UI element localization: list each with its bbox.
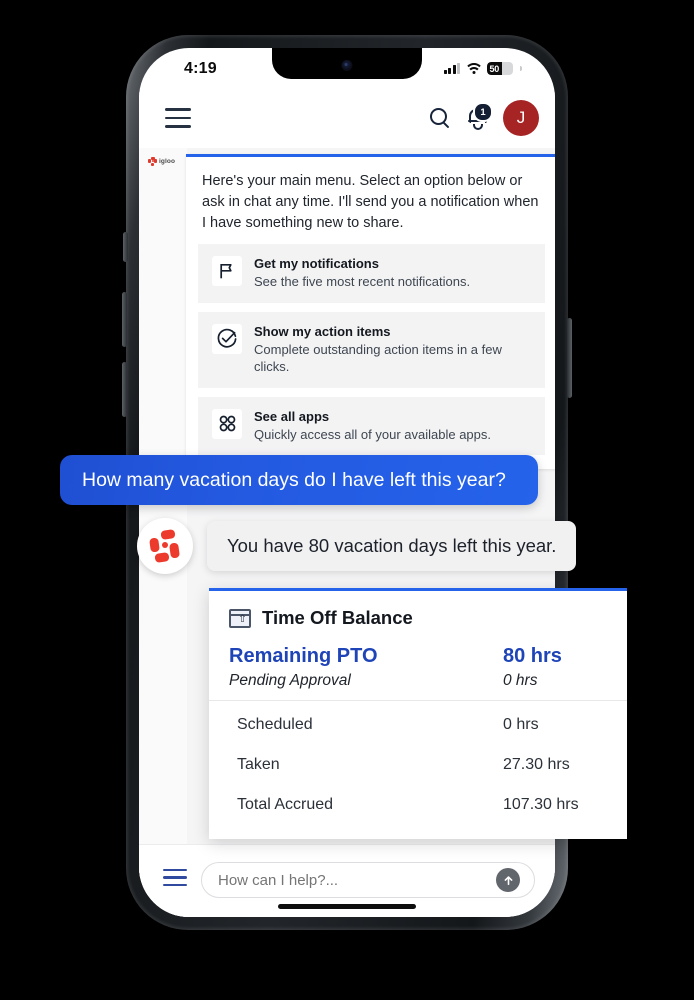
battery-icon: 50 xyxy=(487,62,513,75)
flag-icon xyxy=(212,256,242,287)
wifi-icon xyxy=(464,63,483,74)
row-value: 0 hrs xyxy=(503,716,539,733)
menu-item-title: See all apps xyxy=(254,408,330,424)
pending-approval-value: 0 hrs xyxy=(503,672,538,689)
igloo-logo-icon: igloo xyxy=(148,157,175,166)
remaining-pto-label: Remaining PTO xyxy=(229,645,378,667)
row-label: Taken xyxy=(237,756,280,773)
time-off-primary-section: Remaining PTO 80 hrs Pending Approval 0 … xyxy=(209,635,627,701)
phone-volume-down-button[interactable] xyxy=(122,362,127,417)
phone-silence-switch[interactable] xyxy=(123,232,128,262)
front-camera-icon xyxy=(341,60,353,71)
table-row: Scheduled 0 hrs xyxy=(229,705,607,745)
home-indicator xyxy=(278,904,416,909)
chat-input[interactable] xyxy=(216,870,496,890)
send-button[interactable] xyxy=(496,868,520,892)
row-value: 107.30 hrs xyxy=(503,796,579,813)
remaining-pto-value: 80 hrs xyxy=(503,645,562,667)
row-label: Total Accrued xyxy=(237,796,334,813)
battery-percent: 50 xyxy=(489,63,500,74)
bot-message-row: You have 80 vacation days left this year… xyxy=(137,518,577,574)
table-row: Taken 27.30 hrs xyxy=(229,745,607,785)
menu-item-get-my-notifications[interactable]: Get my notifications See the five most r… xyxy=(198,244,545,303)
phone-notch xyxy=(272,48,422,79)
app-header: 1 J xyxy=(139,92,555,148)
check-circle-icon xyxy=(212,323,242,354)
search-icon[interactable] xyxy=(429,107,451,129)
phone-volume-up-button[interactable] xyxy=(122,292,127,347)
phone-power-button[interactable] xyxy=(567,318,572,398)
time-off-balance-card: ⇧ Time Off Balance Remaining PTO 80 hrs … xyxy=(209,588,627,839)
battery-tip xyxy=(520,66,522,71)
menu-item-title: Show my action items xyxy=(254,323,391,339)
row-value: 27.30 hrs xyxy=(503,756,570,773)
row-label: Scheduled xyxy=(237,716,313,733)
igloo-bot-avatar-icon xyxy=(137,518,193,574)
menu-item-title: Get my notifications xyxy=(254,256,379,272)
table-row: Total Accrued 107.30 hrs xyxy=(229,785,607,825)
user-message-bubble: How many vacation days do I have left th… xyxy=(60,455,538,505)
notification-badge: 1 xyxy=(473,102,493,122)
bot-message-bubble: You have 80 vacation days left this year… xyxy=(207,521,577,571)
screenshot-root: 4:19 50 1 J igloo Here's your main menu.… xyxy=(0,0,694,1000)
menu-item-see-all-apps[interactable]: See all apps Quickly access all of your … xyxy=(198,396,545,456)
menu-item-show-my-action-items[interactable]: Show my action items Complete outstandin… xyxy=(198,311,545,388)
time-off-card-header: ⇧ Time Off Balance xyxy=(209,591,627,635)
status-bar-indicators: 50 xyxy=(443,62,522,75)
main-menu-card: Here's your main menu. Select an option … xyxy=(186,154,555,470)
menu-intro-text: Here's your main menu. Select an option … xyxy=(202,173,539,232)
menu-item-description: Complete outstanding action items in a f… xyxy=(254,341,502,375)
time-off-detail-rows: Scheduled 0 hrs Taken 27.30 hrs Total Ac… xyxy=(209,701,627,825)
composer-menu-icon[interactable] xyxy=(163,869,187,886)
brand-name: igloo xyxy=(159,158,176,165)
header-actions: 1 J xyxy=(429,100,539,136)
avatar[interactable]: J xyxy=(503,100,539,136)
apps-grid-icon xyxy=(212,408,242,439)
pending-approval-label: Pending Approval xyxy=(229,672,351,689)
status-bar-time: 4:19 xyxy=(184,60,217,77)
time-off-card-title: Time Off Balance xyxy=(262,607,413,628)
menu-item-description: Quickly access all of your available app… xyxy=(254,426,492,442)
notifications-button[interactable]: 1 xyxy=(465,102,493,131)
cellular-signal-icon xyxy=(443,63,460,74)
hamburger-menu-icon[interactable] xyxy=(165,108,191,128)
window-upload-icon: ⇧ xyxy=(229,608,251,628)
menu-options-list: Get my notifications See the five most r… xyxy=(186,244,555,469)
composer-field[interactable] xyxy=(201,862,535,898)
menu-item-description: See the five most recent notifications. xyxy=(254,274,471,290)
